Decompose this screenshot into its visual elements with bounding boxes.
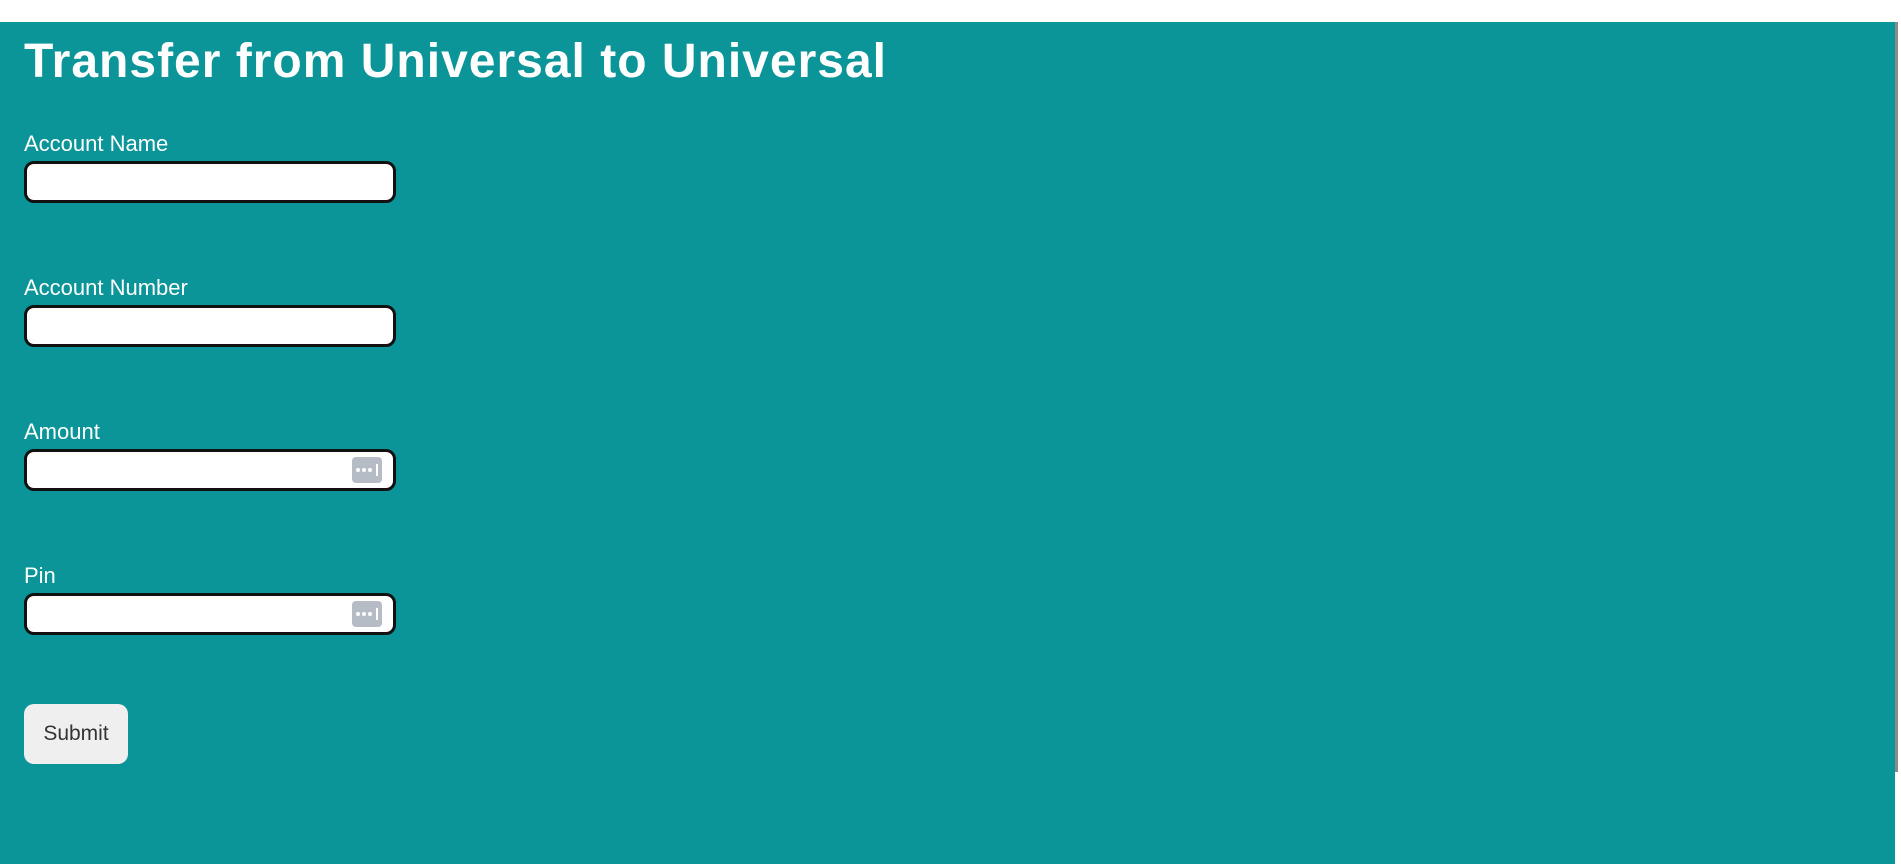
transfer-panel: Transfer from Universal to Universal — [0, 22, 1895, 864]
dot — [362, 612, 366, 616]
pin-field — [24, 593, 396, 635]
vertical-scrollbar[interactable] — [1895, 22, 1901, 864]
dot — [368, 612, 372, 616]
account-name-input[interactable] — [24, 161, 396, 203]
top-strip — [0, 0, 1901, 22]
scrollbar-thumb[interactable] — [1895, 22, 1898, 772]
dot — [356, 612, 360, 616]
submit-button[interactable]: Submit — [24, 704, 128, 764]
password-manager-icon[interactable] — [352, 457, 382, 483]
cursor-bar — [376, 608, 378, 620]
page-title: Transfer from Universal to Universal — [24, 35, 887, 88]
amount-input[interactable] — [24, 449, 396, 491]
pin-input[interactable] — [24, 593, 396, 635]
amount-field — [24, 449, 396, 491]
password-manager-icon[interactable] — [352, 601, 382, 627]
pin-label: Pin — [24, 563, 56, 588]
dot — [362, 468, 366, 472]
dot — [356, 468, 360, 472]
account-number-input[interactable] — [24, 305, 396, 347]
account-number-label: Account Number — [24, 275, 188, 300]
amount-label: Amount — [24, 419, 100, 444]
dot — [368, 468, 372, 472]
account-name-label: Account Name — [24, 131, 169, 156]
cursor-bar — [376, 464, 378, 476]
